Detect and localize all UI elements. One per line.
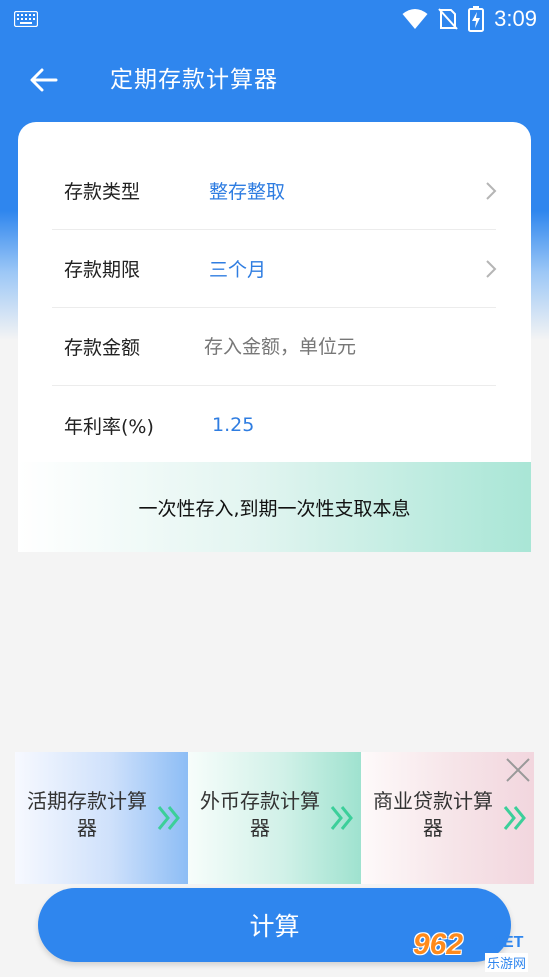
close-icon[interactable] xyxy=(504,756,532,784)
commercial-loan-calculator-link[interactable]: 商业贷款计算器 xyxy=(361,752,534,884)
page-title: 定期存款计算器 xyxy=(110,67,278,93)
other-calculators: 活期存款计算器 外币存款计算器 商业贷款计算器 xyxy=(15,752,534,884)
deposit-amount-input[interactable] xyxy=(204,326,474,367)
double-chevron-right-icon xyxy=(503,806,526,830)
interest-rate-value[interactable]: 1.25 xyxy=(212,414,254,436)
watermark-net: .NET xyxy=(487,934,524,951)
calculator-label: 活期存款计算器 xyxy=(27,789,147,840)
keyboard-icon xyxy=(14,11,38,27)
app-bar: 定期存款计算器 xyxy=(0,38,549,122)
watermark-subtitle: 乐游网 xyxy=(485,953,529,972)
status-time: 3:09 xyxy=(494,6,537,31)
deposit-type-row[interactable]: 存款类型 整存整取 xyxy=(52,152,497,230)
demand-deposit-calculator-link[interactable]: 活期存款计算器 xyxy=(15,752,188,884)
deposit-term-label: 存款期限 xyxy=(64,259,141,281)
back-button[interactable] xyxy=(26,62,62,98)
deposit-term-value: 三个月 xyxy=(209,259,267,281)
calculator-label: 外币存款计算器 xyxy=(200,789,320,840)
deposit-term-row[interactable]: 存款期限 三个月 xyxy=(52,230,497,308)
interest-rate-row: 年利率(%) 1.25 xyxy=(52,386,496,464)
arrow-left-icon xyxy=(30,68,58,92)
deposit-type-value: 整存整取 xyxy=(209,181,286,203)
deposit-type-label: 存款类型 xyxy=(64,181,141,203)
no-sim-icon xyxy=(438,8,458,30)
deposit-description: 一次性存入,到期一次性支取本息 xyxy=(18,462,531,552)
double-chevron-right-icon xyxy=(330,806,353,830)
site-watermark-logo: 962 .NET 乐游网 xyxy=(407,928,543,974)
wifi-icon xyxy=(402,9,428,29)
chevron-right-icon xyxy=(486,181,497,200)
deposit-form-card: 存款类型 整存整取 存款期限 三个月 存款金额 年利率(%) 1.25 一次性存… xyxy=(18,122,531,552)
foreign-currency-deposit-calculator-link[interactable]: 外币存款计算器 xyxy=(188,752,361,884)
watermark-number: 962 xyxy=(413,928,464,961)
deposit-amount-row: 存款金额 xyxy=(52,308,496,386)
chevron-right-icon xyxy=(486,259,497,278)
interest-rate-label: 年利率(%) xyxy=(64,415,154,438)
deposit-amount-label: 存款金额 xyxy=(64,337,141,359)
status-bar: 3:09 xyxy=(0,0,549,38)
double-chevron-right-icon xyxy=(157,806,180,830)
calculator-label: 商业贷款计算器 xyxy=(373,789,493,840)
battery-charging-icon xyxy=(468,6,485,32)
